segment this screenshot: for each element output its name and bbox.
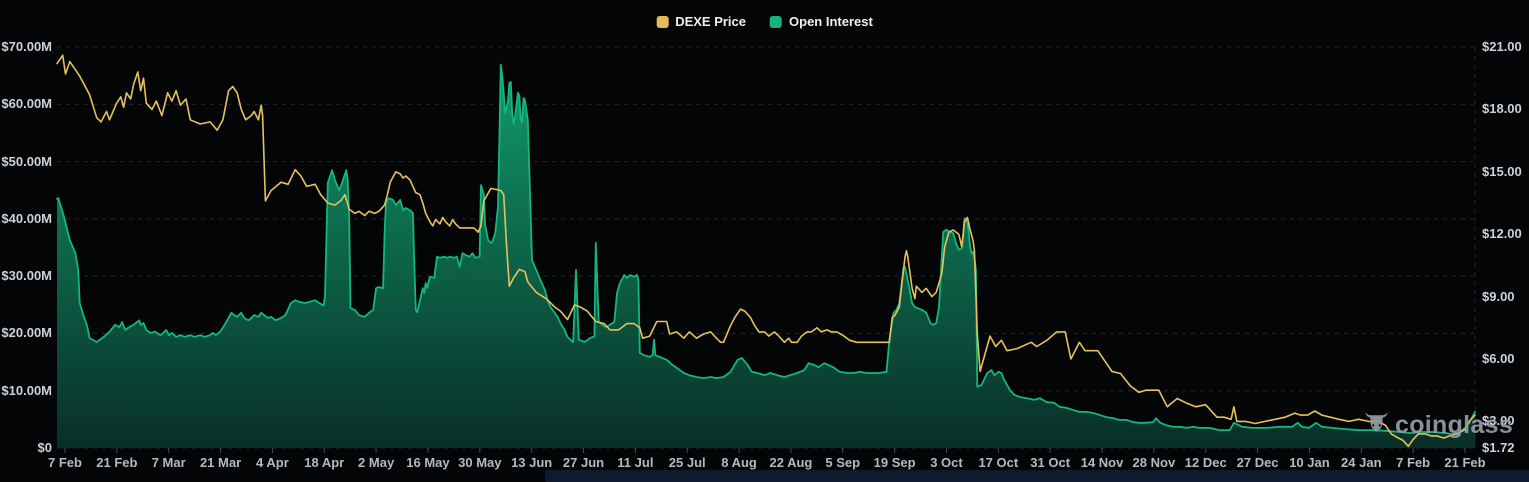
right-axis-label: $12.00 xyxy=(1482,226,1522,242)
x-axis-label: 14 Nov xyxy=(1081,455,1124,470)
x-axis-label: 16 May xyxy=(406,455,449,470)
coinglass-logo-icon xyxy=(1363,410,1390,441)
chart-legend: DEXE Price Open Interest xyxy=(656,14,873,29)
x-axis-label: 27 Jun xyxy=(563,455,604,470)
left-axis-label: $20.00M xyxy=(0,325,52,341)
plot-area[interactable] xyxy=(57,55,1475,448)
x-axis-label: 3 Oct xyxy=(930,455,963,470)
x-axis-label: 31 Oct xyxy=(1030,455,1070,470)
x-axis-label: 24 Jan xyxy=(1341,455,1381,470)
x-axis-label: 21 Feb xyxy=(96,455,137,470)
x-axis-label: 4 Apr xyxy=(256,455,289,470)
right-axis-label: $9.00 xyxy=(1482,289,1515,305)
x-axis-ticks xyxy=(65,448,1465,453)
coinglass-watermark: coinglass xyxy=(1363,410,1513,441)
x-axis-label: 21 Mar xyxy=(200,455,241,470)
chart-canvas[interactable] xyxy=(0,0,1529,482)
x-axis-label: 8 Aug xyxy=(721,455,757,470)
legend-label: Open Interest xyxy=(789,14,873,29)
chart-app: $70.00M $60.00M $50.00M $40.00M $30.00M $20.0… xyxy=(0,0,1529,482)
x-axis-label: 13 Jun xyxy=(511,455,552,470)
x-axis-label: 19 Sep xyxy=(874,455,916,470)
watermark-text: coinglass xyxy=(1395,411,1513,440)
legend-swatch xyxy=(656,16,668,28)
x-axis-label: 7 Feb xyxy=(48,455,82,470)
x-axis-label: 2 May xyxy=(358,455,394,470)
x-axis-label: 11 Jul xyxy=(617,455,653,470)
right-axis-label: $15.00 xyxy=(1482,164,1522,180)
x-axis-label: 7 Mar xyxy=(152,455,186,470)
x-axis-label: 22 Aug xyxy=(769,455,812,470)
timeline-scrollbar[interactable] xyxy=(545,470,1529,482)
x-axis-label: 7 Feb xyxy=(1396,455,1430,470)
left-axis-label: $0 xyxy=(0,440,52,456)
x-axis-label: 17 Oct xyxy=(978,455,1018,470)
left-axis-label: $50.00M xyxy=(0,154,52,170)
left-axis-label: $30.00M xyxy=(0,268,52,284)
left-axis-label: $10.00M xyxy=(0,383,52,399)
legend-item-dexe-price[interactable]: DEXE Price xyxy=(656,14,746,29)
x-axis-label: 5 Sep xyxy=(825,455,860,470)
left-axis-label: $70.00M xyxy=(0,39,52,55)
right-axis-label: $6.00 xyxy=(1482,351,1515,367)
x-axis-label: 12 Dec xyxy=(1185,455,1227,470)
open-interest-area xyxy=(57,65,1475,448)
x-axis-label: 27 Dec xyxy=(1237,455,1279,470)
x-axis-label: 18 Apr xyxy=(304,455,344,470)
right-axis-label: $1.72 xyxy=(1482,440,1515,456)
right-axis-label: $21.00 xyxy=(1482,39,1522,55)
x-axis-label: 10 Jan xyxy=(1289,455,1329,470)
right-axis-label: $18.00 xyxy=(1482,101,1522,117)
left-axis-label: $40.00M xyxy=(0,211,52,227)
legend-item-open-interest[interactable]: Open Interest xyxy=(770,14,873,29)
legend-label: DEXE Price xyxy=(675,14,746,29)
x-axis-label: 25 Jul xyxy=(669,455,706,470)
left-axis-label: $60.00M xyxy=(0,96,52,112)
x-axis-label: 30 May xyxy=(458,455,501,470)
legend-swatch xyxy=(770,16,782,28)
x-axis-label: 21 Feb xyxy=(1444,455,1485,470)
x-axis-label: 28 Nov xyxy=(1133,455,1176,470)
